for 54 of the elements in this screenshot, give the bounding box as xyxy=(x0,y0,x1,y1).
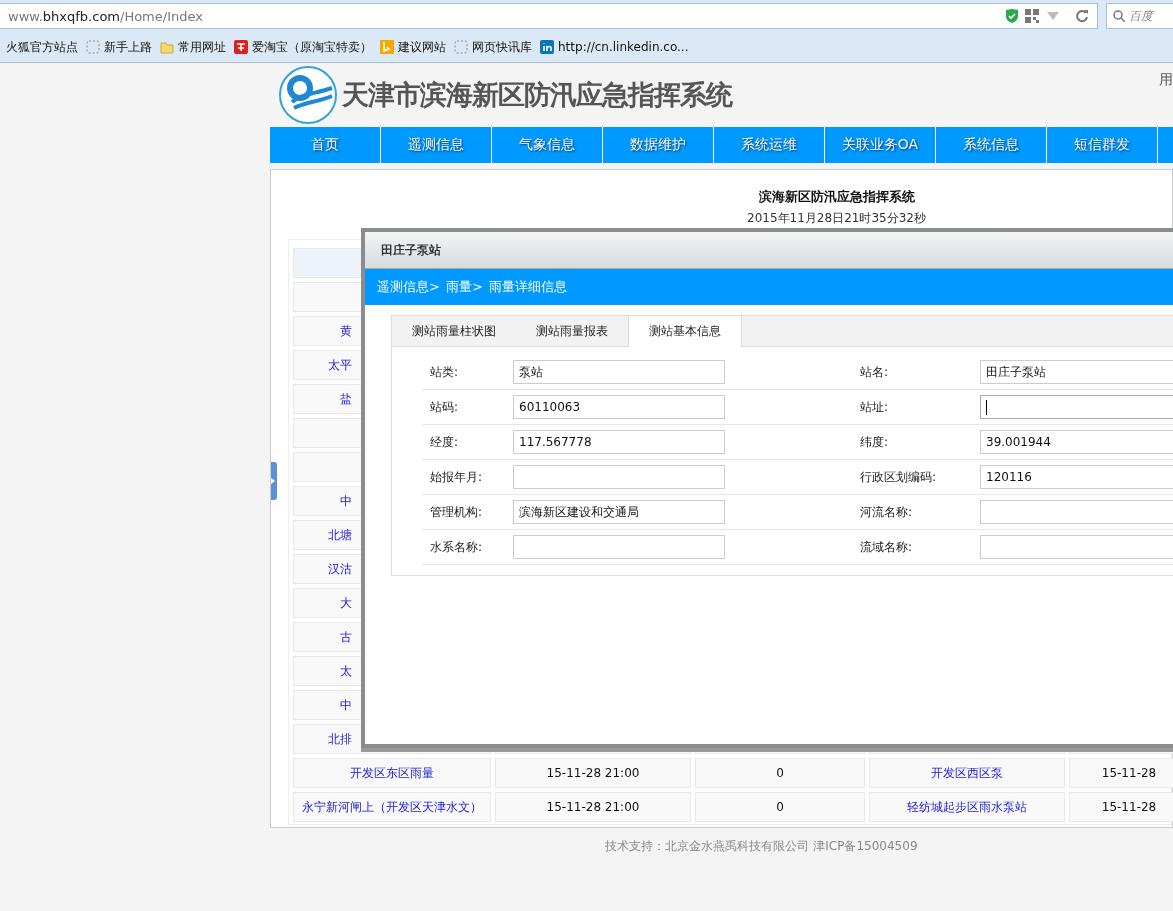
text-field[interactable]: 田庄子泵站 xyxy=(980,360,1173,384)
bookmark-link[interactable]: 火狐官方站点 xyxy=(6,38,78,56)
text-field[interactable] xyxy=(513,535,725,559)
text-field[interactable] xyxy=(513,465,725,489)
table-cell: 永宁新河闸上（开发区天津水文） xyxy=(293,792,491,822)
table-cell: 15-11-28 xyxy=(1069,758,1173,788)
table-cell: 15-11-28 21:00 xyxy=(495,792,691,822)
address-bar[interactable]: www.bhxqfb.com/Home/Index xyxy=(0,3,1098,29)
b-logo-icon xyxy=(380,40,394,54)
reload-icon[interactable] xyxy=(1075,9,1089,23)
qr-code-icon[interactable] xyxy=(1025,9,1039,23)
dialog-title: 田庄子泵站 xyxy=(365,232,1173,269)
text-field[interactable] xyxy=(980,535,1173,559)
bookmark-link[interactable]: http://cn.linkedin.co... xyxy=(558,40,689,54)
bookmark-link[interactable]: 新手上路 xyxy=(104,38,152,56)
table-cell: 15-11-28 xyxy=(1069,792,1173,822)
text-field[interactable]: 60110063 xyxy=(513,395,725,419)
search-icon xyxy=(1113,10,1125,22)
url-text: www.bhxqfb.com/Home/Index xyxy=(8,8,204,24)
bookmark-link[interactable]: 网页快讯库 xyxy=(472,38,532,56)
dropdown-icon[interactable] xyxy=(1047,12,1059,20)
tab[interactable]: 测站基本信息 xyxy=(628,316,742,347)
search-field[interactable]: 百度 xyxy=(1106,3,1173,29)
folder-icon xyxy=(160,40,174,54)
bookmark-link[interactable]: 建议网站 xyxy=(398,38,446,56)
bookmark-link[interactable]: 常用网址 xyxy=(178,38,226,56)
text-field[interactable]: 120116 xyxy=(980,465,1173,489)
date-time: 2015年11月28日21时35分32秒 xyxy=(747,210,926,227)
expand-handle[interactable] xyxy=(271,462,277,500)
table-cell: 开发区东区雨量 xyxy=(293,758,491,788)
table-cell: 开发区西区泵 xyxy=(869,758,1065,788)
panel-title: 滨海新区防汛应急指挥系统 xyxy=(758,188,915,206)
wave-logo-icon xyxy=(276,64,340,126)
footer-text: 技术支持：北京金水燕禹科技有限公司 津ICP备15004509 xyxy=(604,838,919,855)
text-cursor xyxy=(986,399,987,415)
user-label: 用 xyxy=(1159,71,1173,89)
site-title: 天津市滨海新区防汛应急指挥系统 xyxy=(342,78,732,112)
bookmark-link[interactable]: 爱淘宝（原淘宝特卖） xyxy=(252,38,372,56)
text-field[interactable]: 39.001944 xyxy=(980,430,1173,454)
shop-icon xyxy=(234,40,248,54)
page-icon xyxy=(454,40,468,54)
table-cell: 0 xyxy=(695,792,865,822)
shield-check-icon xyxy=(1005,8,1019,24)
tab[interactable]: 测站雨量报表 xyxy=(516,316,628,346)
table-cell: 0 xyxy=(695,758,865,788)
text-field[interactable]: 泵站 xyxy=(513,360,725,384)
table-cell: 15-11-28 21:00 xyxy=(495,758,691,788)
text-field[interactable] xyxy=(980,395,1173,419)
table-cell: 轻纺城起步区雨水泵站 xyxy=(869,792,1065,822)
in-logo-icon xyxy=(540,40,554,54)
text-field[interactable]: 滨海新区建设和交通局 xyxy=(513,500,725,524)
page-icon xyxy=(86,40,100,54)
text-field[interactable]: 117.567778 xyxy=(513,430,725,454)
text-field[interactable] xyxy=(980,500,1173,524)
